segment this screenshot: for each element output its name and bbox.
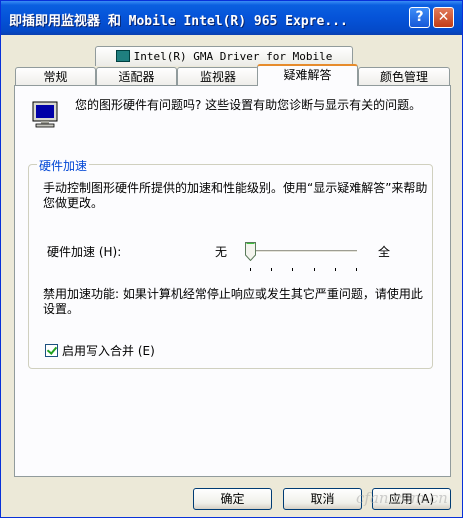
slider-tick [334,268,336,271]
tab-label: 颜色管理 [379,70,428,84]
slider-tick [271,268,273,271]
acceleration-slider-thumb[interactable] [245,242,256,261]
slider-tick [356,268,357,271]
write-combining-label: 启用写入合并 (E) [62,344,155,358]
troubleshoot-panel: 您的图形硬件有问题吗? 这些设置有助您诊断与显示有关的问题。 硬件加速 手动控制… [14,85,451,477]
tab-label: 适配器 [118,70,155,84]
slider-max-label: 全 [378,245,391,259]
tab-troubleshoot[interactable]: 疑难解答 [257,64,358,86]
title-bar[interactable]: 即插即用监视器 和 Mobile Intel(R) 965 Expre... ?… [1,1,462,35]
cancel-button[interactable]: 取消 [283,488,362,510]
ok-button[interactable]: 确定 [193,488,272,510]
slider-tick [292,268,294,271]
hardware-acceleration-group: 硬件加速 手动控制图形硬件所提供的加速和性能级别。使用“显示疑难解答”来帮助您做… [28,157,433,369]
acceleration-description: 手动控制图形硬件所提供的加速和性能级别。使用“显示疑难解答”来帮助您做更改。 [43,181,428,210]
tab-label: 监视器 [199,70,236,84]
acceleration-slider-track[interactable] [249,250,357,253]
slider-min-label: 无 [215,245,228,259]
intro-text: 您的图形硬件有问题吗? 这些设置有助您诊断与显示有关的问题。 [75,98,422,112]
apply-button[interactable]: 应用 (A) [372,488,451,510]
window-title: 即插即用监视器 和 Mobile Intel(R) 965 Expre... [9,14,348,29]
intel-driver-icon [115,50,130,62]
monitor-icon [32,101,58,128]
write-combining-checkbox[interactable] [45,344,58,357]
disable-acceleration-warning: 禁用加速功能: 如果计算机经常停止响应或发生其它严重问题，请使用此设置。 [43,287,423,316]
tab-label: 常规 [43,70,68,84]
tab-intel-gma-driver[interactable]: Intel(R) GMA Driver for Mobile [95,46,353,66]
slider-tick [313,268,315,271]
display-properties-dialog: 即插即用监视器 和 Mobile Intel(R) 965 Expre... ?… [0,0,463,518]
write-combining-option[interactable]: 启用写入合并 (E) [45,342,155,359]
slider-tick [250,268,251,271]
group-title: 硬件加速 [37,157,90,174]
tab-label: Intel(R) GMA Driver for Mobile [133,50,333,63]
tab-label: 疑难解答 [283,68,332,82]
hardware-acceleration-label: 硬件加速 (H): [47,245,122,259]
help-button[interactable]: ? [409,7,430,28]
close-button[interactable]: ✕ [433,7,454,28]
